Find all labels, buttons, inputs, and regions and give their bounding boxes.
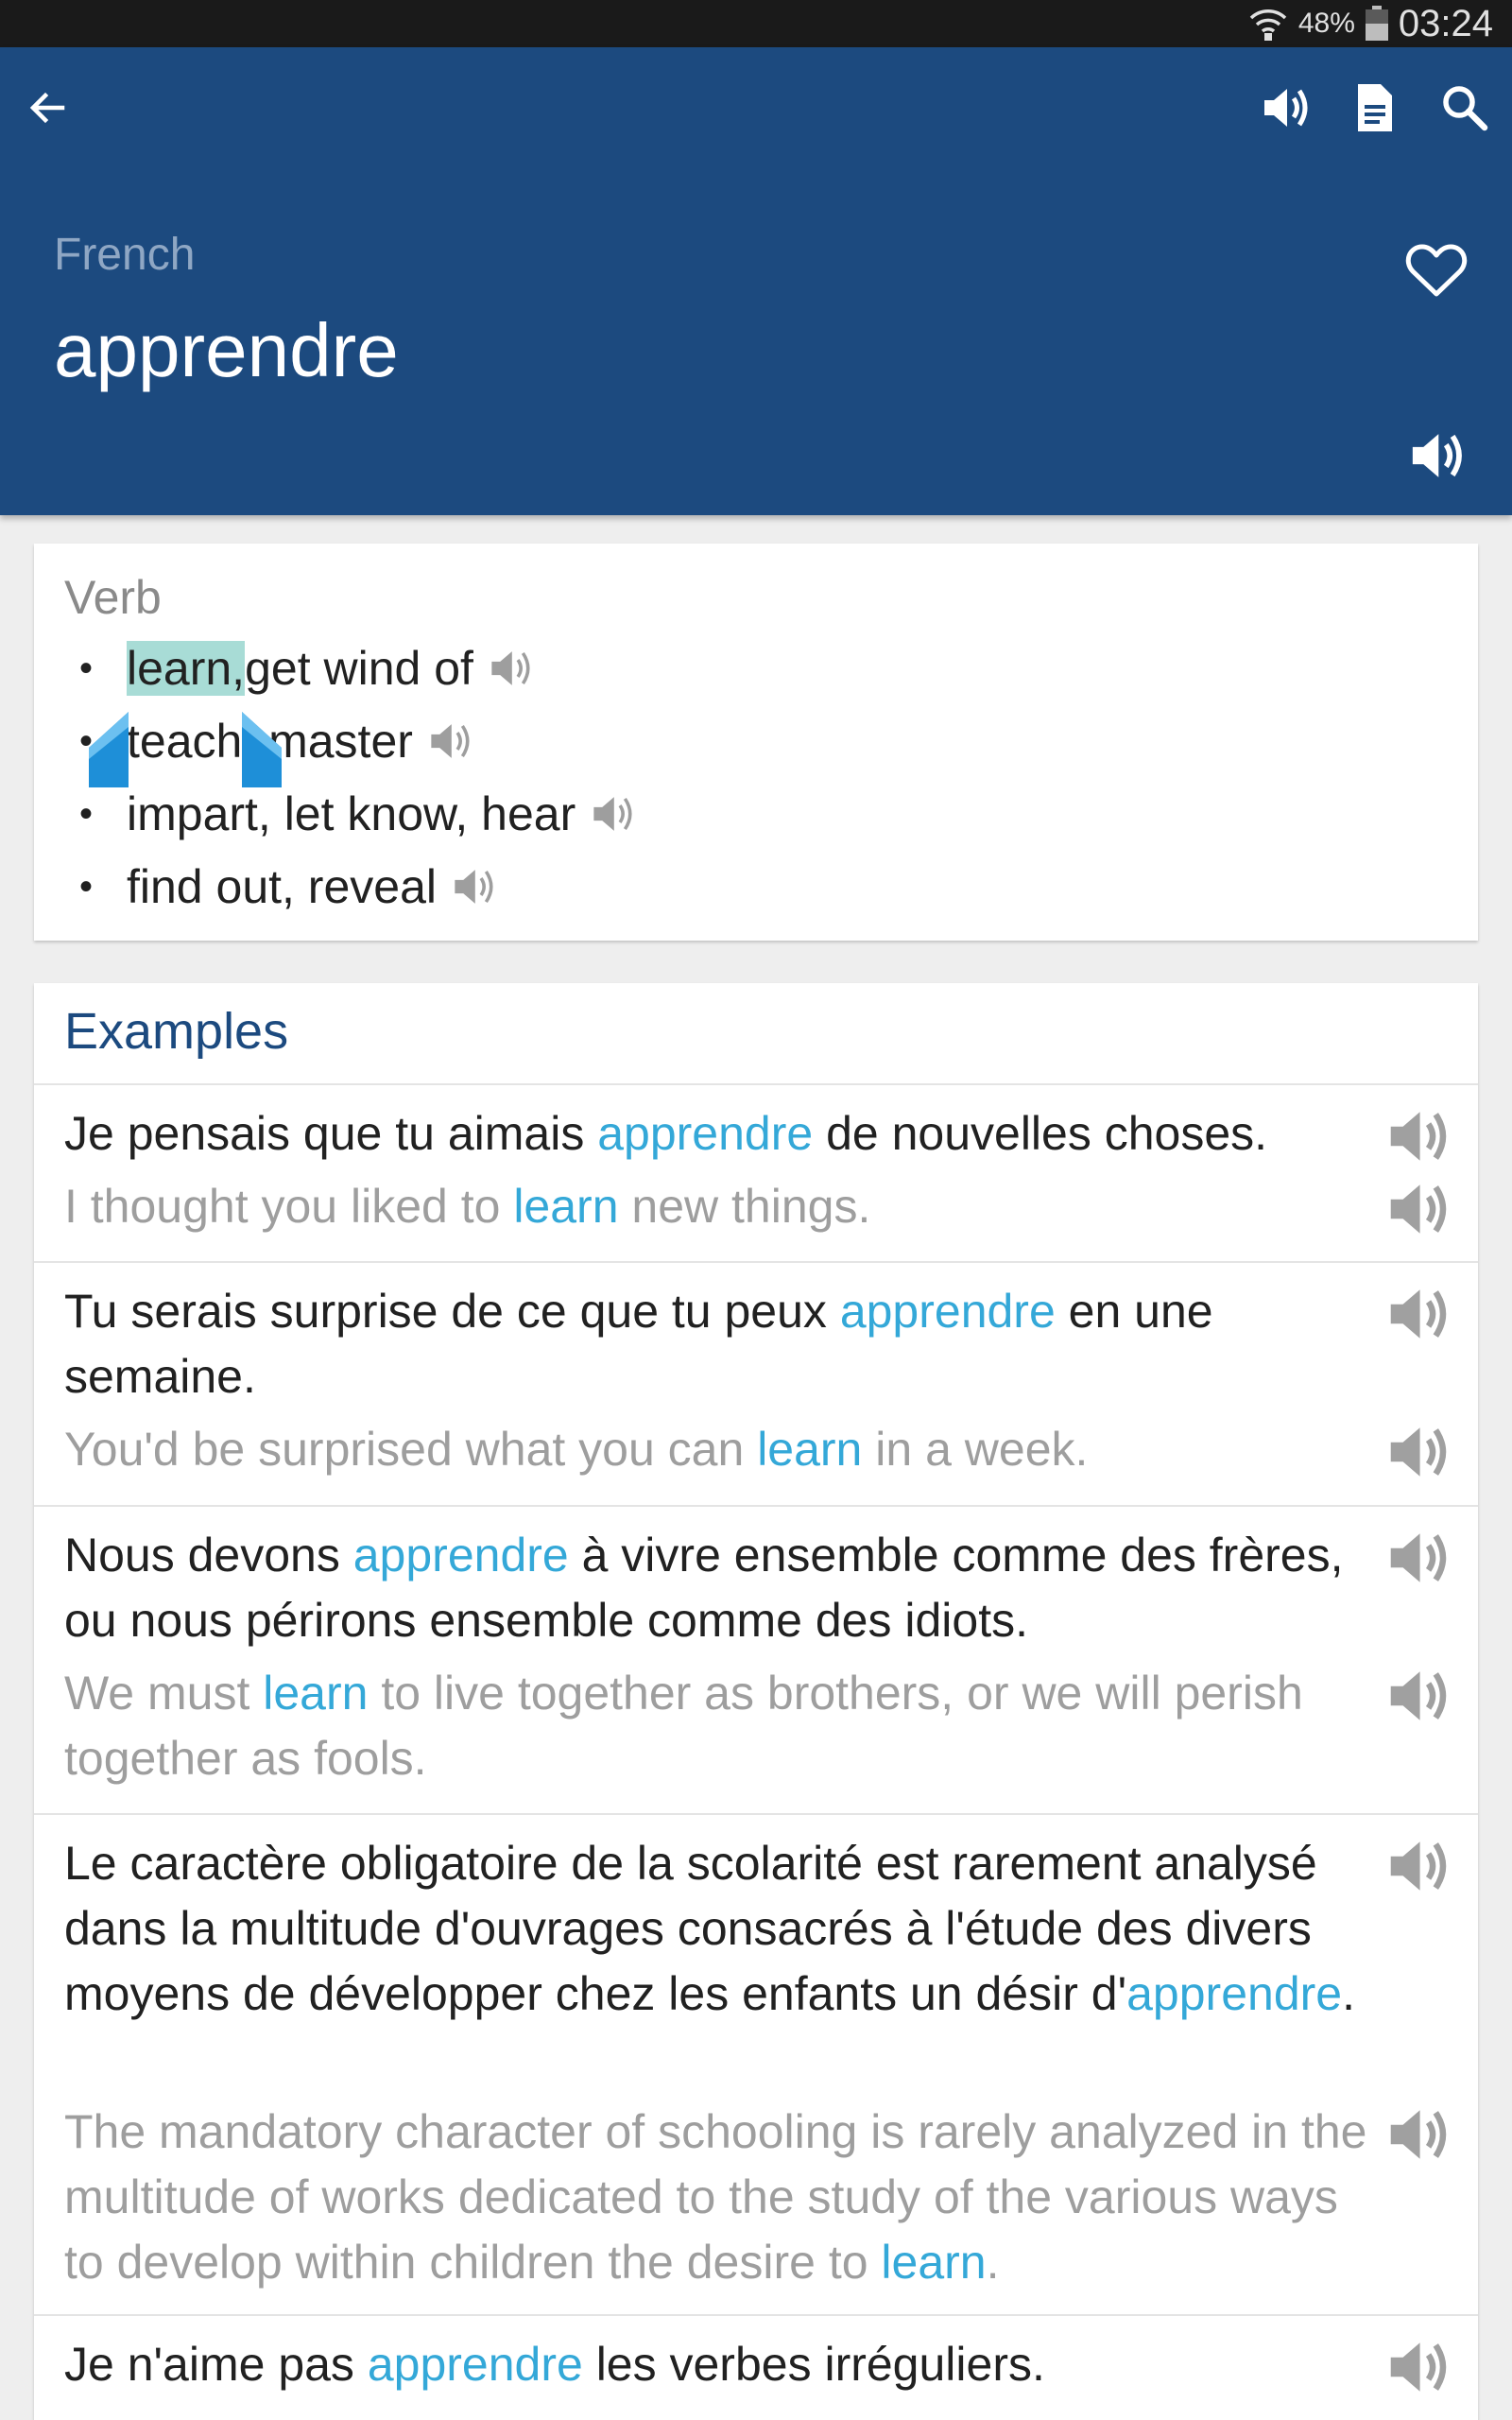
example-french: Je pensais que tu aimais apprendre de no… <box>64 1107 1268 1160</box>
battery-icon <box>1365 6 1388 41</box>
wifi-icon <box>1249 9 1287 41</box>
search-icon <box>1443 86 1488 131</box>
selected-text[interactable]: learn, <box>127 641 246 696</box>
example-french: Tu serais surprise de ce que tu peux app… <box>64 1285 1213 1403</box>
divider <box>34 1083 1478 1085</box>
example-english: You'd be surprised what you can learn in… <box>64 1423 1089 1476</box>
speaker-icon[interactable] <box>1383 1524 1452 1592</box>
word-header: French apprendre <box>0 47 1512 515</box>
example-french: Le caractère obligatoire de la scolarité… <box>64 1837 1355 2020</box>
language-label: French <box>54 230 196 280</box>
document-button[interactable] <box>1337 70 1413 146</box>
example-english: We must learn to live together as brothe… <box>64 1667 1303 1785</box>
speaker-icon[interactable] <box>1383 2333 1452 2401</box>
speaker-icon[interactable] <box>1383 1102 1452 1170</box>
speaker-icon[interactable] <box>1383 2100 1452 2169</box>
divider <box>34 1813 1478 1815</box>
document-icon <box>1358 84 1392 131</box>
speaker-icon[interactable] <box>487 645 534 692</box>
speaker-icon[interactable] <box>1383 1280 1452 1348</box>
speaker-icon <box>1264 89 1308 127</box>
speaker-icon[interactable] <box>450 863 497 910</box>
speaker-icon[interactable] <box>1383 1418 1452 1486</box>
part-of-speech: Verb <box>64 571 162 624</box>
sense-item[interactable]: • find out, reveal <box>79 854 497 920</box>
speaker-icon[interactable] <box>589 790 636 838</box>
divider <box>34 1505 1478 1507</box>
sense-text: get wind of <box>245 642 473 695</box>
bullet: • <box>79 792 94 835</box>
headword-audio-button[interactable] <box>1399 418 1474 493</box>
speaker-icon[interactable] <box>1383 1175 1452 1243</box>
example-french: Je n'aime pas apprendre les verbes irrég… <box>64 2338 1045 2391</box>
back-button[interactable] <box>9 70 85 146</box>
speaker-icon[interactable] <box>1383 1832 1452 1900</box>
speaker-icon[interactable] <box>426 717 473 765</box>
divider <box>34 1261 1478 1263</box>
selection-handle-right-icon[interactable] <box>242 712 285 787</box>
clock: 03:24 <box>1398 2 1493 44</box>
example-french: Nous devons apprendre à vivre ensemble c… <box>64 1529 1344 1647</box>
bullet: • <box>79 647 94 689</box>
search-button[interactable] <box>1427 70 1503 146</box>
bullet: • <box>79 865 94 908</box>
headword: apprendre <box>54 308 399 392</box>
sense-item[interactable]: • impart, let know, hear <box>79 781 636 847</box>
selection-handle-left-icon[interactable] <box>85 712 129 787</box>
heart-icon <box>1405 244 1468 297</box>
divider <box>34 2314 1478 2316</box>
speaker-icon[interactable] <box>1383 1662 1452 1730</box>
favorite-button[interactable] <box>1399 233 1474 309</box>
definition-card: Verb • learn, get wind of • teach, maste… <box>34 544 1478 941</box>
example-english: I thought you liked to learn new things. <box>64 1180 871 1233</box>
examples-title: Examples <box>64 1003 289 1060</box>
sense-text: impart, let know, hear <box>127 787 576 840</box>
battery-percent: 48% <box>1297 8 1355 39</box>
sense-item[interactable]: • learn, get wind of <box>79 635 534 701</box>
back-arrow-icon <box>29 92 65 124</box>
example-english: The mandatory character of schooling is … <box>64 2105 1367 2289</box>
status-bar: 48% 03:24 <box>0 0 1512 47</box>
sense-text: find out, reveal <box>127 860 437 913</box>
speaker-icon <box>1412 434 1462 477</box>
examples-card: Examples Je pensais que tu aimais appren… <box>34 983 1478 2420</box>
audio-button[interactable] <box>1247 70 1323 146</box>
